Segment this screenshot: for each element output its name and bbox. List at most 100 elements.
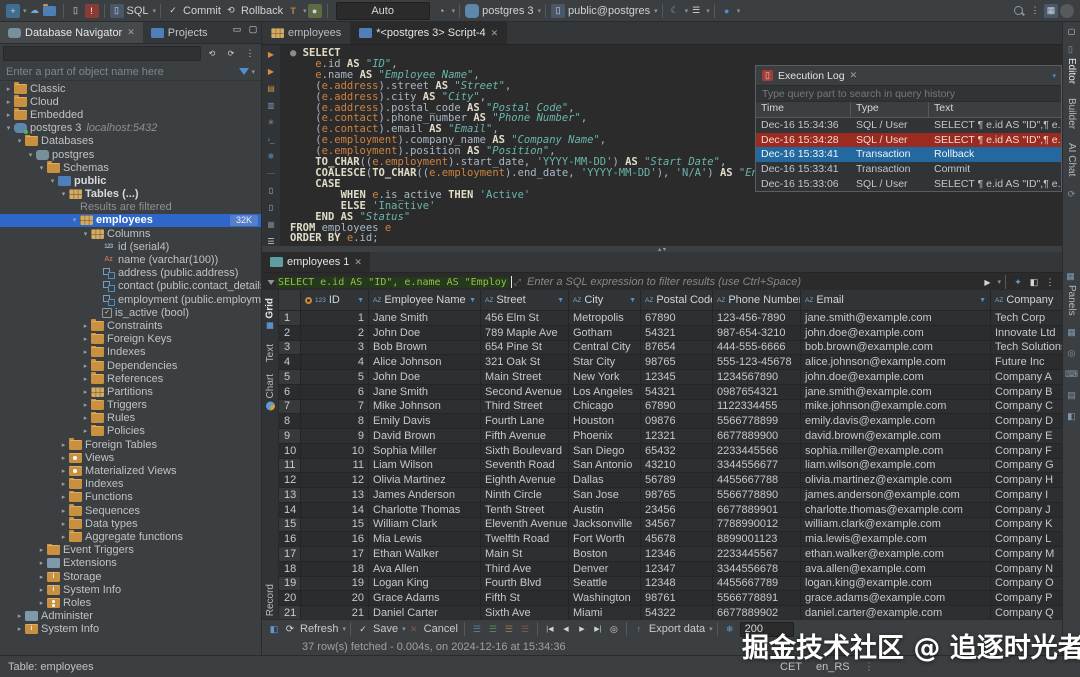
row-number[interactable]: 17 <box>279 547 301 562</box>
column-header-id[interactable]: 123ID▼ <box>301 290 369 310</box>
tree-expander-icon[interactable]: ▸ <box>58 533 69 541</box>
chevron-down-icon[interactable]: ▾ <box>654 7 658 15</box>
grid-cell[interactable]: james.anderson@example.com <box>801 488 991 503</box>
grid-cell[interactable]: emily.davis@example.com <box>801 414 991 429</box>
chevron-down-icon[interactable]: ▾ <box>452 7 456 15</box>
log-search-input[interactable]: Type query part to search in query histo… <box>756 86 1061 102</box>
grid-cell[interactable]: Eighth Avenue <box>481 473 569 488</box>
tree-expander-icon[interactable]: ▸ <box>3 111 14 119</box>
column-filter-icon[interactable]: ▼ <box>466 297 476 304</box>
explain-plan-icon[interactable]: ▤ <box>265 82 278 95</box>
row-number[interactable]: 6 <box>279 385 301 400</box>
grid-cell[interactable]: 45678 <box>641 532 713 547</box>
grid-cell[interactable]: 789 Maple Ave <box>481 326 569 341</box>
grid-cell[interactable]: Company I <box>991 488 1062 503</box>
grid-cell[interactable]: 555-123-45678 <box>713 355 801 370</box>
close-icon[interactable]: ✕ <box>354 257 362 268</box>
tab-employees-table[interactable]: employees <box>262 22 350 44</box>
row-number[interactable]: 2 <box>279 326 301 341</box>
grid-cell[interactable]: Company J <box>991 503 1062 518</box>
terminal-icon[interactable]: ›_ <box>265 133 278 146</box>
grid-cell[interactable]: 67890 <box>641 311 713 326</box>
grid-cell[interactable]: Company C <box>991 400 1062 415</box>
tree-item[interactable]: address (public.address) <box>0 267 261 280</box>
tree-expander-icon[interactable]: ▸ <box>58 441 69 449</box>
tree-item[interactable]: contact (public.contact_details) <box>0 280 261 293</box>
grid-cell[interactable]: 12321 <box>641 429 713 444</box>
grid-cell[interactable]: 15 <box>301 518 369 533</box>
sql-doc-icon[interactable]: ▯ <box>110 4 124 18</box>
grid-cell[interactable]: 8899001123 <box>713 532 801 547</box>
row-number[interactable]: 19 <box>279 577 301 592</box>
grid-cell[interactable]: 6677889901 <box>713 503 801 518</box>
close-icon[interactable]: ✕ <box>127 27 135 38</box>
tree-expander-icon[interactable]: ▸ <box>80 348 91 356</box>
commit-button[interactable]: Commit <box>183 5 221 17</box>
tree-expander-icon[interactable]: ▸ <box>36 546 47 554</box>
tab-projects[interactable]: Projects <box>143 22 216 43</box>
tab-builder[interactable]: Builder <box>1066 98 1077 129</box>
tree-expander-icon[interactable]: ▸ <box>36 559 47 567</box>
tree-expander-icon[interactable]: ▸ <box>36 586 47 594</box>
grid-cell[interactable]: 444-555-6666 <box>713 341 801 356</box>
tree-item[interactable]: ▸Classic <box>0 82 261 95</box>
object-filter-input[interactable]: Enter a part of object name here ▾ <box>0 63 261 81</box>
row-number[interactable]: 18 <box>279 562 301 577</box>
chevron-down-icon[interactable]: ▾ <box>153 7 157 15</box>
grid-cell[interactable]: 6 <box>301 385 369 400</box>
grid-cell[interactable]: Company Q <box>991 606 1062 620</box>
log-row[interactable]: Dec-16 15:34:28SQL / UserSELECT ¶ e.id A… <box>756 133 1061 148</box>
grid-cell[interactable]: Mike Johnson <box>369 400 481 415</box>
chevron-down-icon[interactable]: ▾ <box>997 278 1001 286</box>
tree-expander-icon[interactable]: ▾ <box>69 216 80 224</box>
chevron-down-icon[interactable]: ▾ <box>23 7 27 15</box>
expand-icon[interactable]: ⤢ <box>514 277 521 288</box>
tree-item[interactable]: ▸iSystem Info <box>0 583 261 596</box>
grid-cell[interactable]: Third Ave <box>481 562 569 577</box>
tree-expander-icon[interactable]: ▸ <box>80 322 91 330</box>
filter-expression[interactable]: SELECT e.id AS "ID", e.name AS "Employ <box>276 277 509 288</box>
tree-item[interactable]: ▸iStorage <box>0 570 261 583</box>
grid-cell[interactable]: liam.wilson@example.com <box>801 459 991 474</box>
last-row-icon[interactable]: ▶| <box>591 622 605 636</box>
row-number[interactable]: 5 <box>279 370 301 385</box>
grid-cell[interactable]: daniel.carter@example.com <box>801 606 991 620</box>
tree-expander-icon[interactable]: ▸ <box>36 599 47 607</box>
tree-item[interactable]: ▾employees32K <box>0 214 261 227</box>
tree-item[interactable]: ▸Administer <box>0 610 261 623</box>
view-menu-icon[interactable]: ⋮ <box>243 47 257 61</box>
grid-cell[interactable]: San Jose <box>569 488 641 503</box>
tree-item[interactable]: ▸Rules <box>0 412 261 425</box>
list-icon[interactable]: ☰ <box>689 4 703 18</box>
grid-cell[interactable]: 2233445566 <box>713 444 801 459</box>
grid-cell[interactable]: Ninth Circle <box>481 488 569 503</box>
grid-cell[interactable]: Ava Allen <box>369 562 481 577</box>
tree-expander-icon[interactable]: ▾ <box>25 151 36 159</box>
grid-cell[interactable]: Company G <box>991 459 1062 474</box>
execute-statement-icon[interactable]: ▶ <box>265 48 278 61</box>
snowflake-icon[interactable]: ❄ <box>265 150 278 163</box>
filter-icon[interactable] <box>239 68 249 75</box>
grid-cell[interactable]: Jane Smith <box>369 311 481 326</box>
column-filter-icon[interactable]: ▼ <box>554 297 564 304</box>
grid-cell[interactable]: 0987654321 <box>713 385 801 400</box>
grid-cell[interactable]: 98765 <box>641 488 713 503</box>
grid-cell[interactable]: Second Avenue <box>481 385 569 400</box>
more-icon[interactable]: ⋮ <box>1028 4 1042 18</box>
grid-cell[interactable]: Miami <box>569 606 641 620</box>
grid-cell[interactable]: bob.brown@example.com <box>801 341 991 356</box>
grid-cell[interactable]: 34567 <box>641 518 713 533</box>
grid-cell[interactable]: Third Street <box>481 400 569 415</box>
tree-expander-icon[interactable]: ▾ <box>14 137 25 145</box>
grid-cell[interactable]: Future Inc <box>991 355 1062 370</box>
grid-cell[interactable]: Los Angeles <box>569 385 641 400</box>
grid-cell[interactable]: 12 <box>301 473 369 488</box>
grid-cell[interactable]: 43210 <box>641 459 713 474</box>
grid-cell[interactable]: Denver <box>569 562 641 577</box>
grid-cell[interactable]: 1234567890 <box>713 370 801 385</box>
collapse-all-icon[interactable]: ⟲ <box>205 47 219 61</box>
tree-item[interactable]: Azname (varchar(100)) <box>0 253 261 266</box>
grid-cell[interactable]: 09876 <box>641 414 713 429</box>
grid-cell[interactable]: william.clark@example.com <box>801 518 991 533</box>
tab-chart[interactable]: Chart <box>265 374 276 410</box>
